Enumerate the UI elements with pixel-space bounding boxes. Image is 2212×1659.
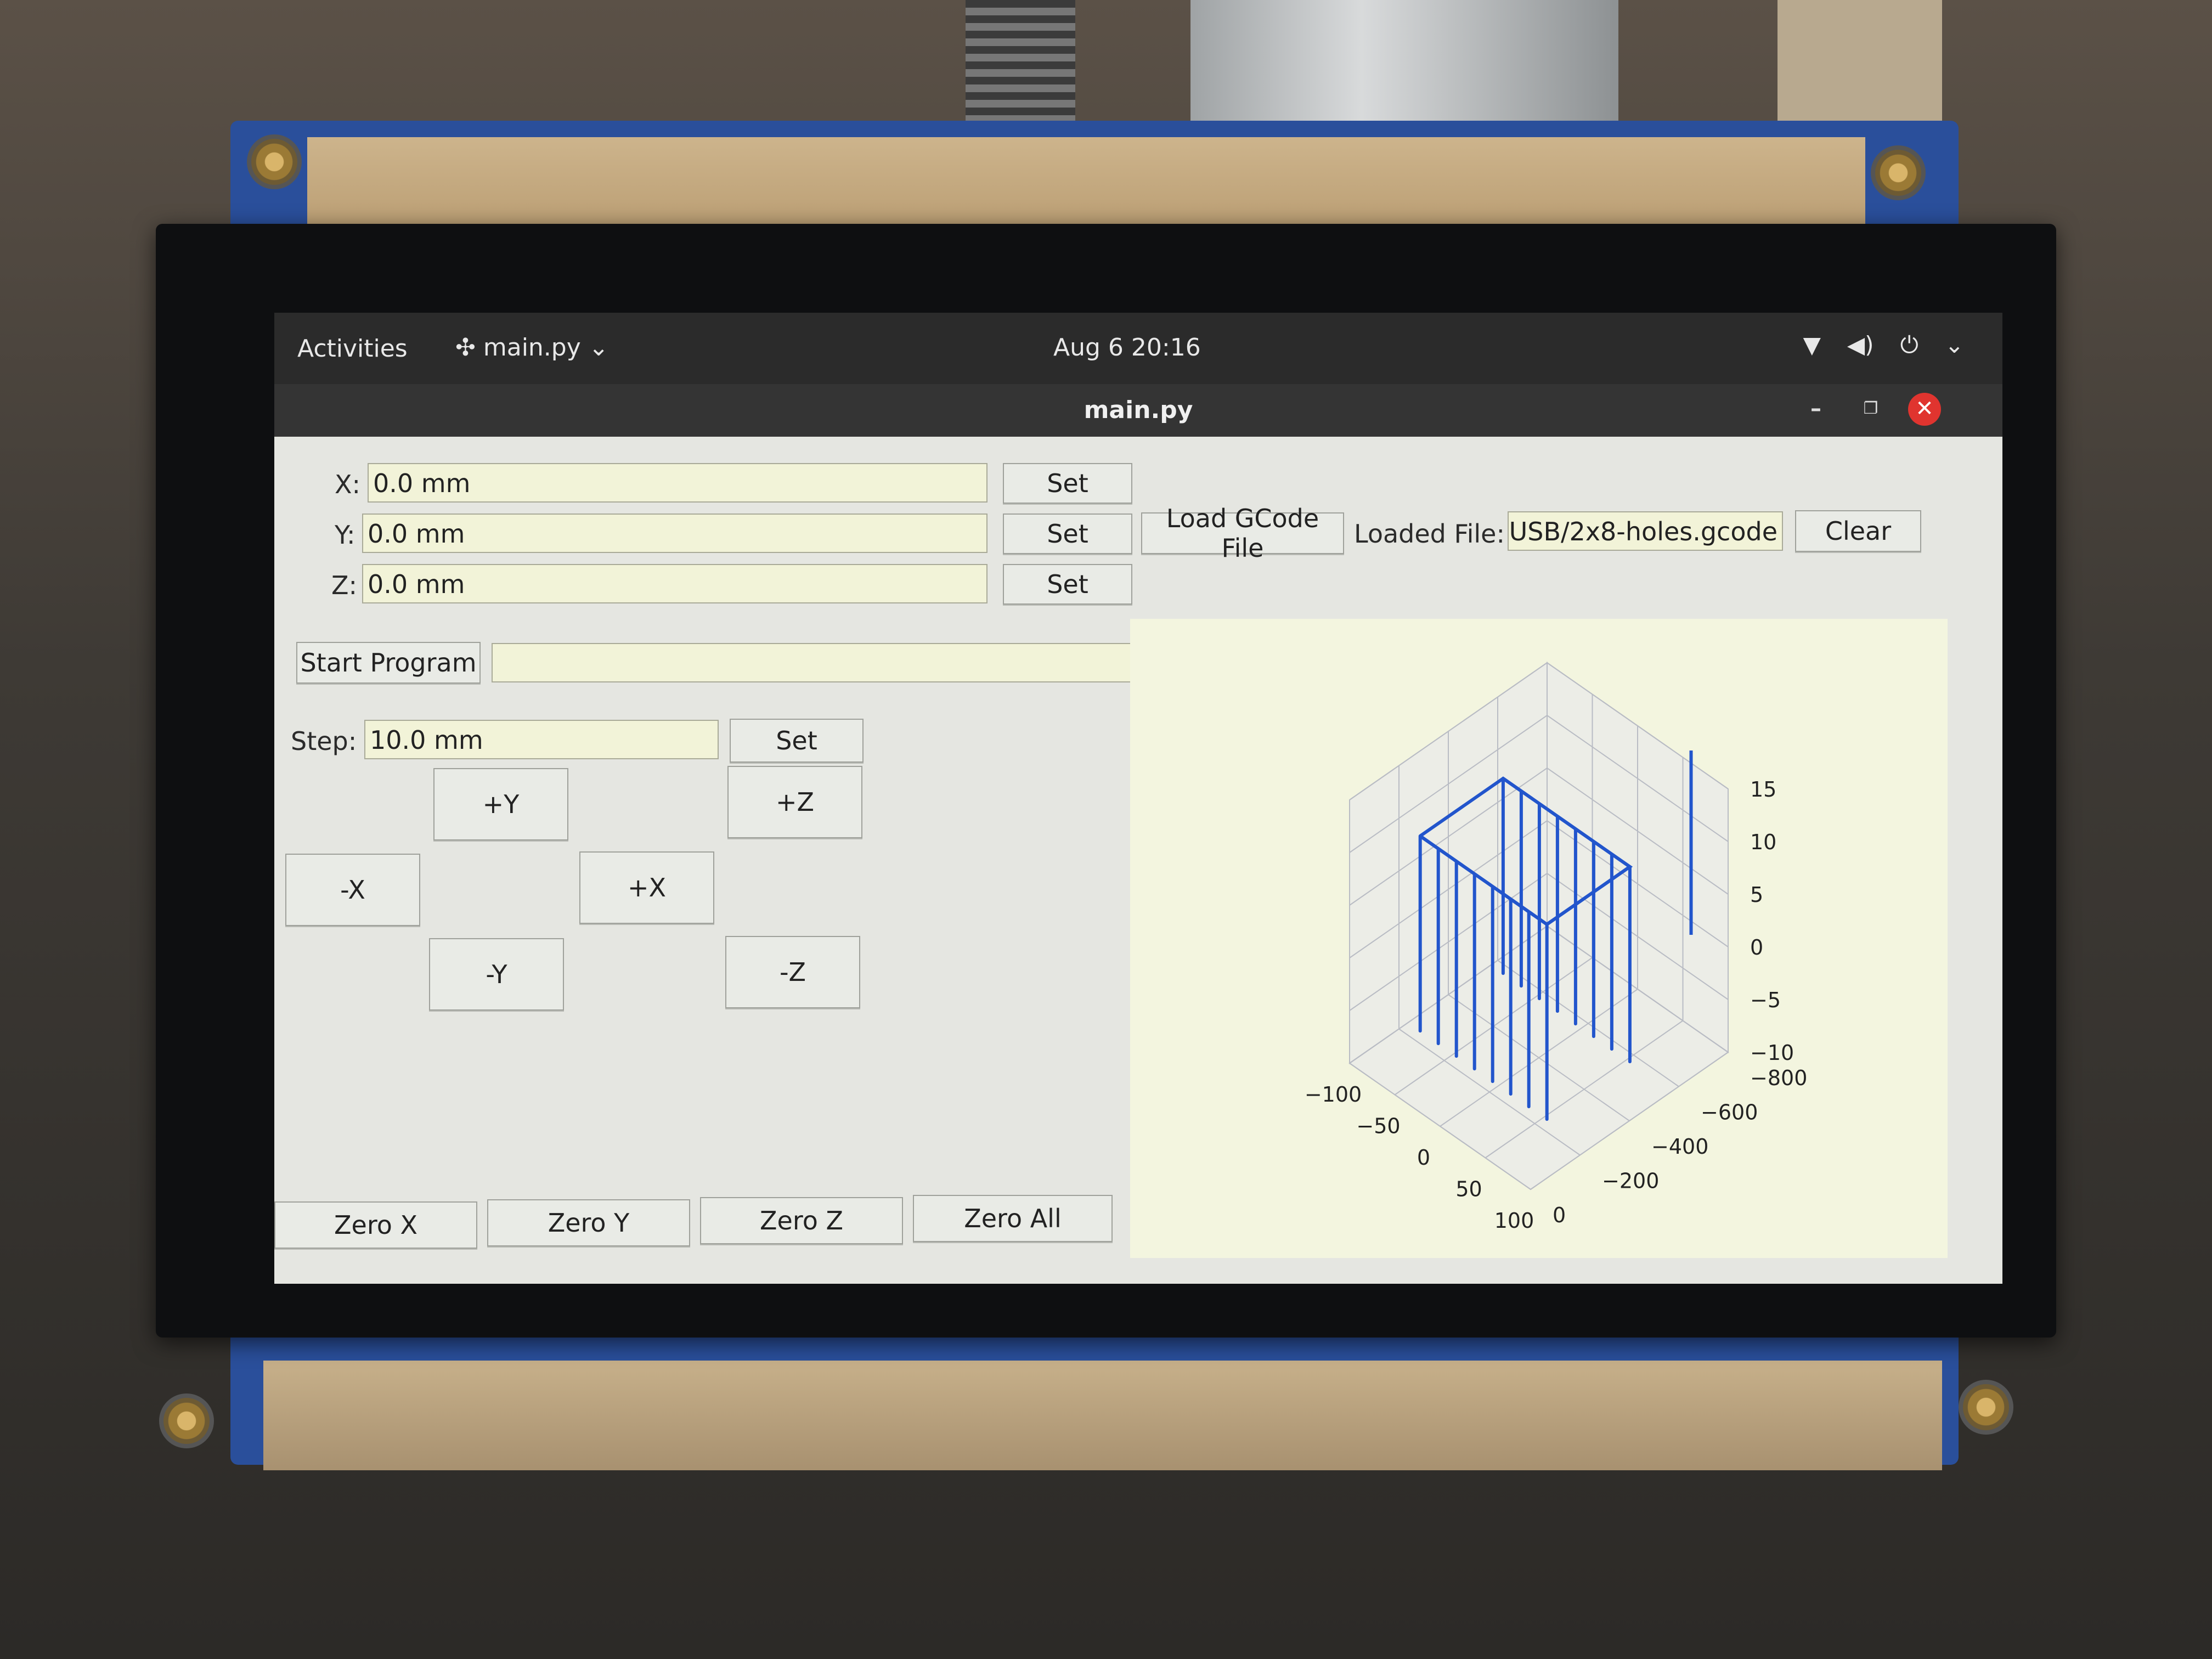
step-field[interactable]: 10.0 mm [364,720,719,759]
z-tick-label: 10 [1750,830,1776,854]
set-x-button[interactable]: Set [1003,463,1132,504]
z-position-field[interactable]: 0.0 mm [362,564,988,603]
loaded-file-value: D-USB/2x8-holes.gcode [1508,517,1778,546]
y-tick-label: −800 [1750,1066,1807,1090]
system-top-bar: Activities ✣ main.py ⌄ Aug 6 20:16 ▼ ◀) … [274,313,2002,384]
start-program-button[interactable]: Start Program [296,642,481,684]
zero-all-button[interactable]: Zero All [913,1195,1113,1242]
loaded-file-label: Loaded File: [1354,519,1505,549]
wood-mount-bottom [263,1361,1942,1470]
y-tick-label: 0 [1553,1203,1566,1227]
y-tick-label: −600 [1701,1101,1758,1125]
x-tick-label: −100 [1305,1082,1362,1107]
chevron-down-icon: ⌄ [1944,331,1964,358]
volume-icon: ◀) [1847,331,1874,358]
clear-button[interactable]: Clear [1795,510,1921,552]
app-menu-label: main.py [483,334,581,362]
set-z-button[interactable]: Set [1003,564,1132,605]
z-tick-label: −10 [1750,1041,1794,1065]
z-tick-label: −5 [1750,988,1781,1012]
y-label: Y: [335,520,356,550]
window-title: main.py [1084,396,1193,424]
z-tick-label: 5 [1750,883,1763,907]
wifi-icon: ▼ [1803,331,1821,358]
status-menu[interactable]: ▼ ◀) ⏻ ⌄ [1803,331,1964,359]
clock[interactable]: Aug 6 20:16 [1053,334,1201,362]
toolpath-3d-chart: −100−50050100 0−200−400−600−800151050−5−1… [1305,662,1807,1233]
app-content: X: 0.0 mm Set Y: 0.0 mm Set Z: 0.0 mm Se… [274,437,2002,1284]
zero-x-button[interactable]: Zero X [274,1201,477,1249]
jog-minus-y-button[interactable]: -Y [429,938,564,1011]
app-menu[interactable]: ✣ main.py ⌄ [455,334,609,362]
loaded-file-field[interactable]: D-USB/2x8-holes.gcode [1508,511,1783,551]
zero-z-button[interactable]: Zero Z [700,1197,903,1244]
chevron-down-icon: ⌄ [588,334,609,362]
set-step-button[interactable]: Set [730,719,864,763]
mount-screw [159,1393,214,1448]
set-y-button[interactable]: Set [1003,514,1132,554]
x-label: X: [335,470,361,499]
jog-minus-x-button[interactable]: -X [285,854,420,926]
app-icon: ✣ [455,334,476,362]
z-tick-label: 0 [1750,935,1763,960]
x-tick-label: 100 [1494,1209,1534,1233]
y-tick-label: −200 [1602,1169,1659,1193]
jog-plus-x-button[interactable]: +X [579,851,714,924]
close-button[interactable]: ✕ [1908,393,1941,426]
load-gcode-button[interactable]: Load GCode File [1141,504,1344,563]
jog-minus-z-button[interactable]: -Z [725,936,860,1008]
zero-y-button[interactable]: Zero Y [487,1199,690,1246]
jog-plus-y-button[interactable]: +Y [433,768,568,840]
z-label: Z: [331,571,358,600]
x-tick-label: 50 [1455,1177,1482,1201]
activities-button[interactable]: Activities [297,335,408,363]
step-label: Step: [291,726,357,756]
screen: Activities ✣ main.py ⌄ Aug 6 20:16 ▼ ◀) … [274,313,2002,1284]
mount-screw [247,134,302,189]
y-position-field[interactable]: 0.0 mm [362,514,988,553]
z-tick-label: 15 [1750,777,1776,802]
program-status-field[interactable] [492,643,1133,682]
maximize-button[interactable]: ❐ [1854,393,1887,426]
x-tick-label: −50 [1356,1114,1400,1138]
minimize-button[interactable]: – [1799,393,1832,426]
y-tick-label: −400 [1651,1135,1708,1159]
x-position-field[interactable]: 0.0 mm [368,463,988,503]
toolpath-plot: −100 −50 0 50 100 0 −200 −400 −600 −800 15 10 5 0 −5 −1… [1130,619,1948,1258]
power-icon: ⏻ [1900,331,1918,358]
ruler [1778,0,1942,137]
mount-screw [1871,145,1926,200]
mount-screw [1959,1380,2013,1435]
x-tick-label: 0 [1417,1146,1430,1170]
window-title-bar: main.py – ❐ ✕ [274,384,2002,437]
jog-plus-z-button[interactable]: +Z [727,766,862,838]
